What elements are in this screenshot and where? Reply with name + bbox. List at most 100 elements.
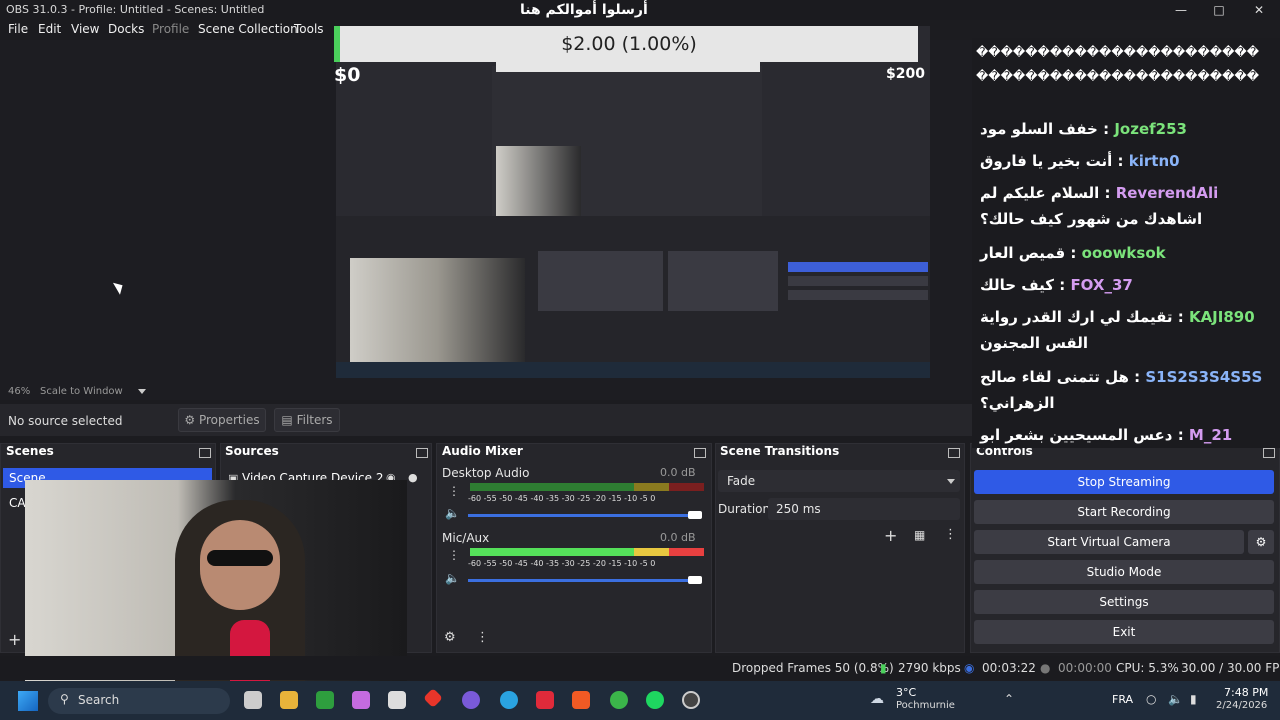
window-title: OBS 31.0.3 - Profile: Untitled - Scenes:…	[6, 3, 265, 16]
mic-aux-label: Mic/Aux	[442, 531, 490, 545]
trash-icon[interactable]: ▦	[914, 528, 925, 542]
app-icon[interactable]	[352, 691, 370, 709]
undock-icon[interactable]	[199, 448, 211, 458]
obs-icon[interactable]	[682, 691, 700, 709]
maximize-icon[interactable]: □	[1204, 1, 1234, 19]
edge-icon[interactable]	[500, 691, 518, 709]
undock-icon[interactable]	[1263, 448, 1275, 458]
mic-aux-meter	[470, 548, 704, 556]
menu-view[interactable]: View	[71, 22, 99, 36]
wps-icon[interactable]	[536, 691, 554, 709]
battery-icon[interactable]: ▮	[1190, 692, 1197, 706]
settings-button[interactable]: Settings	[974, 590, 1274, 614]
kebab-menu-icon[interactable]: ⋮	[448, 548, 460, 562]
lock-icon[interactable]: ●	[408, 471, 418, 484]
store-icon[interactable]	[388, 691, 406, 709]
undock-icon[interactable]	[416, 448, 428, 458]
add-icon[interactable]: +	[884, 526, 897, 545]
start-recording-button[interactable]: Start Recording	[974, 500, 1274, 524]
mic-aux-ticks: -60 -55 -50 -45 -40 -35 -30 -25 -20 -15 …	[468, 559, 656, 568]
chevron-down-icon[interactable]	[947, 479, 955, 484]
chat-user: ReverendAli	[1115, 184, 1219, 202]
exit-button[interactable]: Exit	[974, 620, 1274, 644]
desktop-audio-db: 0.0 dB	[660, 466, 696, 479]
chevron-up-icon[interactable]: ⌃	[1004, 692, 1014, 706]
desktop-audio-ticks: -60 -55 -50 -45 -40 -35 -30 -25 -20 -15 …	[468, 494, 656, 503]
add-scene-icon[interactable]: +	[8, 630, 21, 649]
spotify-icon[interactable]	[646, 691, 664, 709]
chat-emoji-row: �����������������������	[976, 69, 1260, 83]
close-icon[interactable]: ✕	[1244, 1, 1274, 19]
chat-text: أنت بخير يا فاروق	[980, 152, 1113, 170]
task-view-icon[interactable]	[244, 691, 262, 709]
audio-mixer-title: Audio Mixer	[442, 444, 523, 458]
weather-temp: 3°C	[896, 686, 917, 699]
speaker-icon[interactable]: 🔈	[445, 506, 460, 520]
gear-icon[interactable]: ⚙	[1248, 530, 1274, 554]
brave-icon[interactable]	[572, 691, 590, 709]
xbox-icon[interactable]	[316, 691, 334, 709]
menu-edit[interactable]: Edit	[38, 22, 61, 36]
no-source-label: No source selected	[8, 414, 123, 428]
desktop-audio-slider[interactable]	[468, 514, 696, 517]
slider-knob[interactable]	[688, 511, 702, 519]
properties-button[interactable]: ⚙ Properties	[178, 408, 266, 432]
zoom-level: 46%	[8, 386, 31, 397]
transition-value: Fade	[727, 474, 756, 488]
chat-text: كيف حالك	[980, 276, 1054, 294]
clock-date[interactable]: 2/24/2026	[1216, 700, 1267, 711]
chat-message: Jozef253 : خفف السلو مود	[980, 120, 1187, 138]
utorrent-icon[interactable]	[610, 691, 628, 709]
start-virtual-camera-button[interactable]: Start Virtual Camera	[974, 530, 1244, 554]
chat-message: ReverendAli : السلام عليكم لم اشاهدك من …	[980, 184, 1219, 228]
studio-mode-button[interactable]: Studio Mode	[974, 560, 1274, 584]
goal-start-label: $0	[334, 64, 361, 86]
chat-text: تقيمك لي ارك القدر رواية القس المجنون	[980, 308, 1173, 352]
filters-button[interactable]: ▤ Filters	[274, 408, 340, 432]
signal-icon: ▮	[880, 661, 887, 675]
source-toolbar	[0, 404, 972, 436]
scale-mode-select[interactable]: Scale to Window	[40, 386, 123, 397]
chevron-down-icon[interactable]	[138, 389, 146, 394]
desktop-audio-label: Desktop Audio	[442, 466, 530, 480]
desktop-audio-meter	[470, 483, 704, 491]
chat-user: FOX_37	[1070, 276, 1133, 294]
sunglasses-shape	[207, 550, 273, 566]
gear-icon: ⚙	[184, 413, 199, 427]
chat-app-icon[interactable]	[462, 691, 480, 709]
windows-start-icon[interactable]	[18, 691, 38, 711]
slider-knob[interactable]	[688, 576, 702, 584]
weather-place: Pochmurnie	[896, 700, 955, 711]
clock-time[interactable]: 7:48 PM	[1224, 686, 1268, 699]
menu-scene-collection[interactable]: Scene Collection	[198, 22, 298, 36]
undock-icon[interactable]	[948, 448, 960, 458]
kebab-menu-icon[interactable]: ⋮	[448, 484, 460, 498]
record-time: 00:00:00	[1058, 661, 1112, 675]
chat-text: هل تتمنى لقاء صالح الزهراني؟	[980, 368, 1129, 412]
stream-icon: ◉	[964, 661, 975, 675]
record-icon: ●	[1040, 661, 1051, 675]
menu-docks[interactable]: Docks	[108, 22, 144, 36]
undock-icon[interactable]	[694, 448, 706, 458]
chat-user: M_21	[1188, 426, 1233, 444]
volume-icon[interactable]: 🔈	[1168, 692, 1183, 706]
overlay-title: أرسلوا أموالكم هنا	[520, 2, 648, 18]
menu-file[interactable]: File	[8, 22, 28, 36]
menu-profile[interactable]: Profile	[152, 22, 189, 36]
chat-user: kirtn0	[1128, 152, 1180, 170]
language-indicator[interactable]: FRA	[1112, 693, 1133, 706]
wifi-icon[interactable]: ○	[1146, 692, 1156, 706]
speaker-icon[interactable]: 🔈	[445, 571, 460, 585]
menu-tools[interactable]: Tools	[294, 22, 324, 36]
scenes-title: Scenes	[6, 444, 54, 458]
kebab-menu-icon[interactable]: ⋮	[476, 630, 489, 645]
gear-icon[interactable]: ⚙	[444, 630, 456, 645]
file-explorer-icon[interactable]	[280, 691, 298, 709]
minimize-icon[interactable]: —	[1166, 1, 1196, 19]
kebab-menu-icon[interactable]: ⋮	[944, 527, 957, 542]
bitrate: 2790 kbps	[898, 661, 961, 675]
mic-aux-slider[interactable]	[468, 579, 696, 582]
chat-user: S1S2S3S4S5S	[1145, 368, 1263, 386]
taskbar-search[interactable]	[48, 688, 230, 714]
stop-streaming-button[interactable]: Stop Streaming	[974, 470, 1274, 494]
